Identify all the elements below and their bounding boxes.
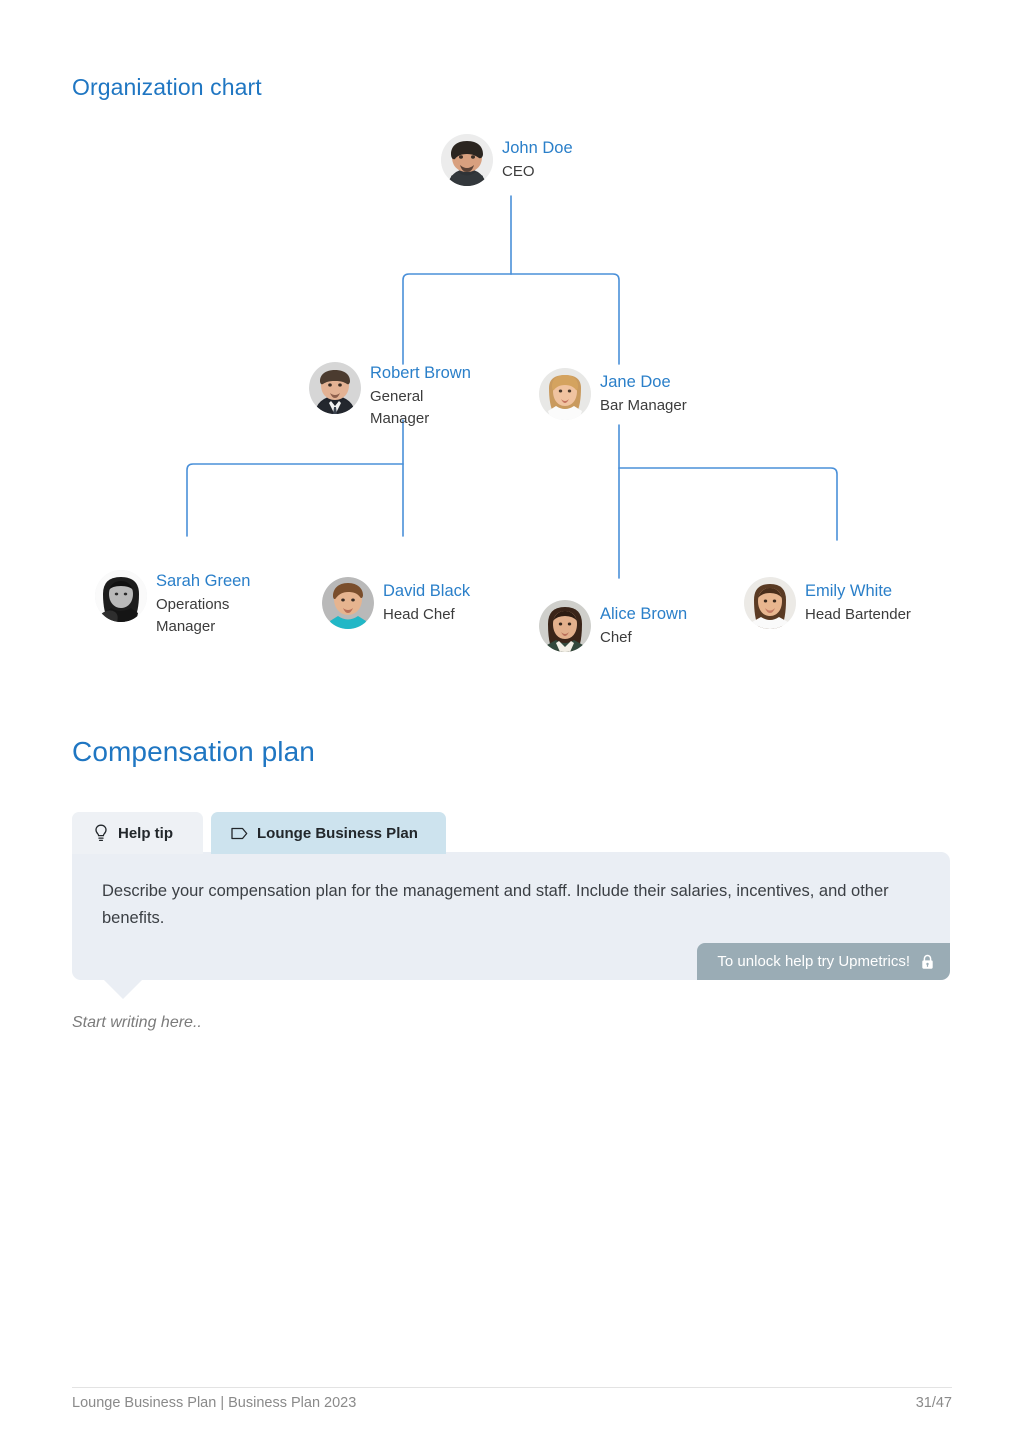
org-node-role: Head Chef (383, 606, 455, 624)
org-node-operations-manager[interactable]: Sarah Green Operations Manager (95, 570, 250, 637)
tag-icon (231, 824, 248, 842)
org-node-name: Sarah Green (156, 572, 251, 590)
unlock-help-label: To unlock help try Upmetrics! (717, 953, 910, 970)
tab-lounge-business-plan[interactable]: Lounge Business Plan (211, 812, 446, 854)
org-node-ceo[interactable]: John Doe CEO (441, 134, 573, 186)
avatar-alice-brown (539, 600, 591, 652)
footer-document-title: Lounge Business Plan | Business Plan 202… (72, 1395, 357, 1411)
org-node-general-manager[interactable]: Robert Brown General Manager (309, 362, 471, 429)
avatar-john-doe (441, 134, 493, 186)
lock-icon (920, 953, 934, 970)
help-tip-panel: Help tip Lounge Business Plan Describe y… (72, 812, 950, 999)
avatar-emily-white (744, 577, 796, 629)
org-node-role: Operations Manager (156, 595, 230, 635)
help-tip-tabs: Help tip Lounge Business Plan (72, 812, 950, 854)
org-node-name: Jane Doe (600, 373, 671, 392)
section-title-compensation-plan: Compensation plan (72, 736, 315, 767)
help-tip-content: Describe your compensation plan for the … (72, 852, 950, 999)
footer-page-number: 31/47 (915, 1395, 952, 1411)
avatar-jane-doe (539, 368, 591, 420)
editor-placeholder[interactable]: Start writing here.. (72, 1014, 202, 1032)
org-node-text: David Black Head Chef (383, 580, 470, 626)
tab-label: Help tip (118, 824, 173, 842)
help-tip-text: Describe your compensation plan for the … (102, 882, 889, 928)
org-node-bar-manager[interactable]: Jane Doe Bar Manager (539, 368, 687, 420)
tab-help-tip[interactable]: Help tip (72, 812, 203, 854)
org-node-role: Chef (600, 629, 632, 647)
org-node-name: Robert Brown (370, 364, 471, 382)
org-node-role: Bar Manager (600, 397, 687, 415)
org-node-role: CEO (502, 163, 535, 181)
unlock-help-badge[interactable]: To unlock help try Upmetrics! (697, 943, 950, 980)
org-node-text: Alice Brown Chef (600, 603, 687, 649)
org-node-name: David Black (383, 582, 471, 601)
org-node-head-bartender[interactable]: Emily White Head Bartender (744, 577, 911, 629)
org-node-chef[interactable]: Alice Brown Chef (539, 600, 687, 652)
footer-divider (72, 1387, 952, 1388)
org-node-head-chef[interactable]: David Black Head Chef (322, 577, 470, 629)
avatar-robert-brown (309, 362, 361, 414)
org-node-name: Emily White (805, 582, 893, 601)
organization-chart: John Doe CEO Robert Brown General Manage… (0, 0, 1024, 700)
org-node-name: John Doe (502, 139, 573, 158)
org-node-text: Emily White Head Bartender (805, 580, 911, 626)
lightbulb-icon (92, 824, 109, 842)
org-node-text: Jane Doe Bar Manager (600, 371, 687, 417)
avatar-david-black (322, 577, 374, 629)
org-node-name: Alice Brown (600, 605, 688, 624)
org-node-role: General Manager (370, 387, 430, 427)
avatar-sarah-green (95, 570, 147, 622)
tab-label: Lounge Business Plan (257, 824, 418, 842)
org-node-text: Sarah Green Operations Manager (156, 570, 250, 637)
help-tip-arrow (104, 980, 142, 999)
document-page: Organization chart John Doe CEO Robert B… (0, 0, 1024, 1448)
org-node-text: Robert Brown General Manager (370, 362, 471, 429)
org-node-text: John Doe CEO (502, 137, 573, 183)
org-node-role: Head Bartender (805, 606, 911, 624)
